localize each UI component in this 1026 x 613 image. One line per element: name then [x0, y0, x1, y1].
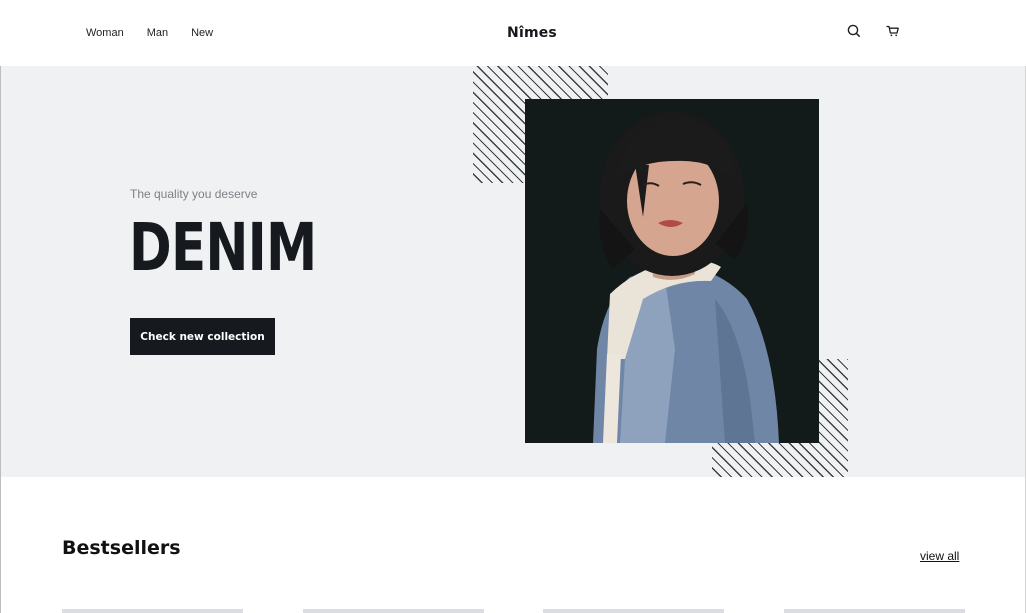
product-card[interactable]: [784, 609, 965, 613]
cart-icon: [886, 25, 899, 37]
hero-title: DENIM: [129, 209, 317, 286]
product-card[interactable]: [62, 609, 243, 613]
hero-banner: The quality you deserve DENIM Check new …: [1, 66, 1025, 477]
brand-logo[interactable]: Nîmes: [0, 25, 1026, 41]
bestsellers-title: Bestsellers: [62, 537, 181, 559]
hero-tagline: The quality you deserve: [130, 187, 258, 201]
product-card[interactable]: [303, 609, 484, 613]
site-header: Woman Man New Nîmes: [0, 0, 1026, 66]
product-card[interactable]: [543, 609, 724, 613]
check-new-collection-button[interactable]: Check new collection: [130, 318, 275, 355]
model-illustration: [525, 99, 819, 443]
hero-photo: [525, 99, 819, 443]
search-icon: [847, 24, 860, 37]
search-button[interactable]: [845, 22, 863, 40]
view-all-link[interactable]: view all: [920, 549, 959, 563]
cart-button[interactable]: [884, 22, 902, 40]
